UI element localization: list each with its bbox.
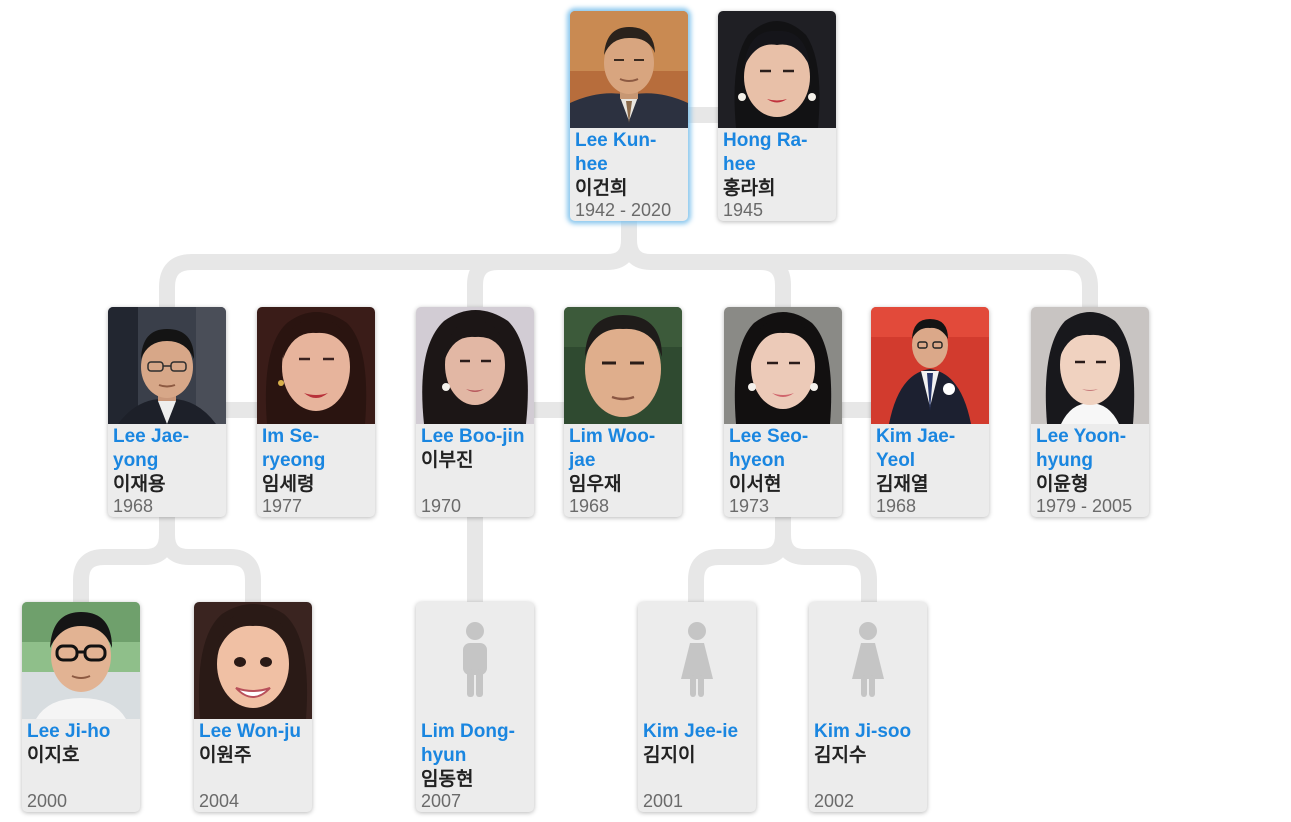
person-years: 1979 - 2005 [1036,496,1133,516]
person-name-link[interactable]: Im Se-ryeong [262,425,372,473]
person-photo [809,602,927,719]
person-years: 1968 [113,496,154,516]
person-years: 2002 [814,791,855,811]
person-native-name: 이부진 [421,449,474,471]
person-photo [724,307,842,424]
person-name-link[interactable]: Lee Seo-hyeon [729,425,839,473]
person-name-link[interactable]: Lim Woo-jae [569,425,679,473]
person-years: 1942 - 2020 [575,200,672,220]
person-card-lim-woo-jae[interactable]: Lim Woo-jae 임우재 1968 [564,307,682,517]
person-card-lee-boo-jin[interactable]: Lee Boo-jin 이부진 1970 [416,307,534,517]
person-photo [718,11,836,128]
person-native-name: 임우재 [569,473,622,495]
female-silhouette-icon [852,621,884,697]
person-photo [564,307,682,424]
person-name-link[interactable]: Lee Boo-jin [421,425,531,449]
person-name-link[interactable]: Lee Yoon-hyung [1036,425,1146,473]
person-photo [638,602,756,719]
person-name-link[interactable]: Kim Jae-Yeol [876,425,986,473]
person-card-kim-ji-soo[interactable]: Kim Ji-soo 김지수 2002 [809,602,927,812]
person-photo [570,11,688,128]
person-years: 2004 [199,791,240,811]
person-years: 1968 [876,496,917,516]
person-photo [871,307,989,424]
person-native-name: 이서현 [729,473,782,495]
person-name-link[interactable]: Lee Ji-ho [27,720,137,744]
person-photo [416,602,534,719]
person-native-name: 임동현 [421,768,474,790]
person-years: 1970 [421,496,462,516]
person-card-lee-won-ju[interactable]: Lee Won-ju 이원주 2004 [194,602,312,812]
person-photo [194,602,312,719]
person-native-name: 홍라희 [723,177,776,199]
person-card-kim-jee-ie[interactable]: Kim Jee-ie 김지이 2001 [638,602,756,812]
person-name-link[interactable]: Hong Ra-hee [723,129,833,177]
female-silhouette-icon [681,621,713,697]
person-native-name: 이지호 [27,744,80,766]
person-name-link[interactable]: Lee Won-ju [199,720,309,744]
person-photo [108,307,226,424]
person-photo [22,602,140,719]
person-native-name: 임세령 [262,473,315,495]
person-years: 1945 [723,200,764,220]
person-years: 1968 [569,496,610,516]
person-native-name: 이건희 [575,177,628,199]
person-name-link[interactable]: Lim Dong-hyun [421,720,531,768]
person-photo [1031,307,1149,424]
person-years: 2001 [643,791,684,811]
person-card-im-se-ryeong[interactable]: Im Se-ryeong 임세령 1977 [257,307,375,517]
person-photo [416,307,534,424]
person-years: 2007 [421,791,462,811]
person-photo [257,307,375,424]
person-native-name: 김재열 [876,473,929,495]
person-name-link[interactable]: Lee Kun-hee [575,129,685,177]
person-card-lee-jae-yong[interactable]: Lee Jae-yong 이재용 1968 [108,307,226,517]
person-card-lee-kun-hee[interactable]: Lee Kun-hee 이건희 1942 - 2020 [570,11,688,221]
person-name-link[interactable]: Lee Jae-yong [113,425,223,473]
person-name-link[interactable]: Kim Ji-soo [814,720,924,744]
person-native-name: 김지수 [814,744,867,766]
person-card-lee-seo-hyeon[interactable]: Lee Seo-hyeon 이서현 1973 [724,307,842,517]
person-years: 1973 [729,496,770,516]
person-native-name: 김지이 [643,744,696,766]
person-card-lim-dong-hyun[interactable]: Lim Dong-hyun 임동현 2007 [416,602,534,812]
person-card-hong-ra-hee[interactable]: Hong Ra-hee 홍라희 1945 [718,11,836,221]
person-native-name: 이윤형 [1036,473,1089,495]
person-years: 2000 [27,791,68,811]
person-card-lee-yoon-hyung[interactable]: Lee Yoon-hyung 이윤형 1979 - 2005 [1031,307,1149,517]
person-card-lee-ji-ho[interactable]: Lee Ji-ho 이지호 2000 [22,602,140,812]
person-native-name: 이원주 [199,744,252,766]
person-native-name: 이재용 [113,473,166,495]
male-silhouette-icon [463,621,487,697]
person-card-kim-jae-yeol[interactable]: Kim Jae-Yeol 김재열 1968 [871,307,989,517]
person-name-link[interactable]: Kim Jee-ie [643,720,753,744]
person-years: 1977 [262,496,303,516]
